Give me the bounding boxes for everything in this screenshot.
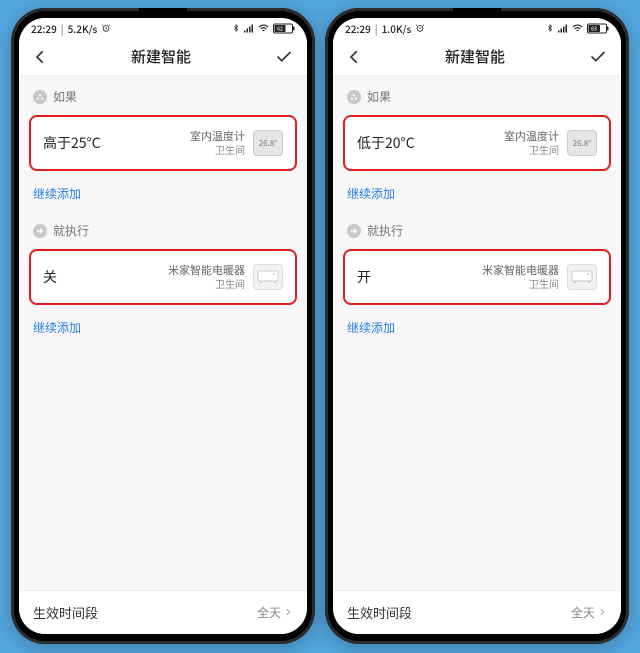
effective-period-value: 全天	[571, 604, 595, 621]
content-area: 如果 低于20°C 室内温度计 卫生间 26.8° 继续添加	[333, 76, 621, 634]
wifi-icon	[572, 24, 583, 33]
svg-text:62: 62	[277, 25, 283, 32]
then-label: 就执行	[53, 222, 89, 239]
if-label: 如果	[367, 88, 391, 105]
condition-device-room: 卫生间	[215, 144, 245, 156]
add-condition-link[interactable]: 继续添加	[19, 175, 307, 210]
status-time: 22:29	[345, 21, 371, 36]
signal-icon	[244, 24, 254, 33]
content-spacer	[19, 344, 307, 590]
if-bullet-icon	[347, 90, 361, 104]
condition-card[interactable]: 高于25°C 室内温度计 卫生间 26.8°	[29, 115, 297, 171]
status-bar: 22:29 | 5.2K/s 62	[19, 18, 307, 38]
effective-period-label: 生效时间段	[33, 603, 98, 622]
screen: 22:29 | 1.0K/s 63	[333, 18, 621, 634]
action-device-room: 卫生间	[529, 278, 559, 290]
back-button[interactable]	[31, 48, 49, 66]
action-card[interactable]: 关 米家智能电暖器 卫生间	[29, 249, 297, 305]
screen: 22:29 | 5.2K/s 62	[19, 18, 307, 634]
alarm-icon	[101, 23, 111, 33]
status-divider: |	[61, 21, 64, 36]
content-area: 如果 高于25°C 室内温度计 卫生间 26.8° 继续添加	[19, 76, 307, 634]
confirm-button[interactable]	[273, 48, 295, 66]
action-device-room: 卫生间	[215, 278, 245, 290]
add-action-link[interactable]: 继续添加	[19, 309, 307, 344]
then-arrow-icon	[347, 224, 361, 238]
if-section-header: 如果	[19, 76, 307, 111]
battery-icon: 63	[587, 23, 609, 34]
back-button[interactable]	[345, 48, 363, 66]
status-network-speed: 1.0K/s	[382, 21, 412, 36]
if-label: 如果	[53, 88, 77, 105]
alarm-icon	[415, 23, 425, 33]
if-bullet-icon	[33, 90, 47, 104]
chevron-right-icon	[283, 604, 293, 621]
battery-icon: 62	[273, 23, 295, 34]
nav-bar: 新建智能	[19, 38, 307, 76]
status-time: 22:29	[31, 21, 57, 36]
effective-period-row[interactable]: 生效时间段 全天	[333, 590, 621, 634]
add-action-link[interactable]: 继续添加	[333, 309, 621, 344]
effective-period-row[interactable]: 生效时间段 全天	[19, 590, 307, 634]
wifi-icon	[258, 24, 269, 33]
condition-text: 高于25°C	[43, 133, 101, 153]
phone-frame-left: 22:29 | 5.2K/s 62	[11, 8, 315, 644]
add-condition-link[interactable]: 继续添加	[333, 175, 621, 210]
thermometer-device-icon: 26.8°	[253, 130, 283, 156]
svg-text:63: 63	[591, 25, 597, 32]
signal-icon	[558, 24, 568, 33]
status-divider: |	[375, 21, 378, 36]
effective-period-label: 生效时间段	[347, 603, 412, 622]
page-title: 新建智能	[445, 46, 505, 67]
page-title: 新建智能	[131, 46, 191, 67]
bluetooth-icon	[546, 23, 554, 33]
then-section-header: 就执行	[19, 210, 307, 245]
then-section-header: 就执行	[333, 210, 621, 245]
phone-frame-right: 22:29 | 1.0K/s 63	[325, 8, 629, 644]
nav-bar: 新建智能	[333, 38, 621, 76]
then-arrow-icon	[33, 224, 47, 238]
effective-period-value: 全天	[257, 604, 281, 621]
content-spacer	[333, 344, 621, 590]
status-bar: 22:29 | 1.0K/s 63	[333, 18, 621, 38]
condition-card[interactable]: 低于20°C 室内温度计 卫生间 26.8°	[343, 115, 611, 171]
bluetooth-icon	[232, 23, 240, 33]
action-text: 开	[357, 267, 371, 287]
notch	[139, 8, 187, 17]
chevron-right-icon	[597, 604, 607, 621]
notch	[453, 8, 501, 17]
status-network-speed: 5.2K/s	[68, 21, 98, 36]
thermometer-device-icon: 26.8°	[567, 130, 597, 156]
heater-device-icon	[253, 264, 283, 290]
action-text: 关	[43, 267, 57, 287]
action-card[interactable]: 开 米家智能电暖器 卫生间	[343, 249, 611, 305]
if-section-header: 如果	[333, 76, 621, 111]
condition-text: 低于20°C	[357, 133, 415, 153]
confirm-button[interactable]	[587, 48, 609, 66]
condition-device-room: 卫生间	[529, 144, 559, 156]
then-label: 就执行	[367, 222, 403, 239]
heater-device-icon	[567, 264, 597, 290]
